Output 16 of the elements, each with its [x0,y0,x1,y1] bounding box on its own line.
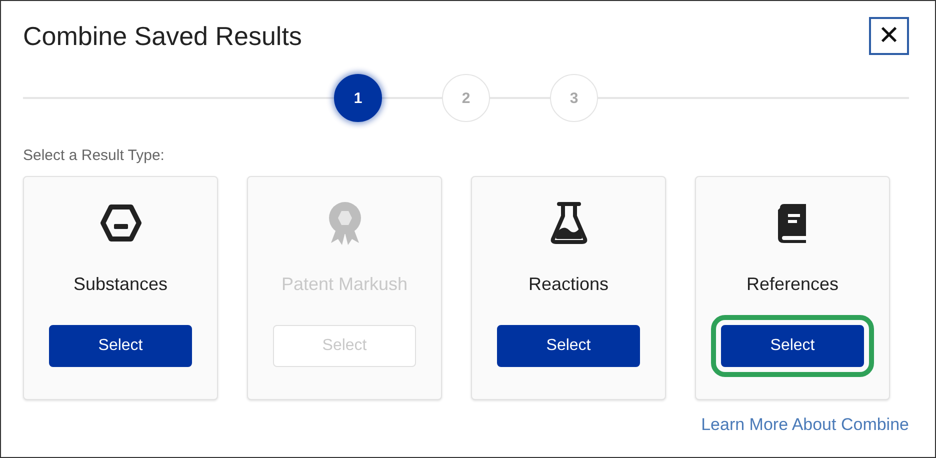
award-icon [326,201,362,245]
close-button[interactable]: ✕ [869,17,909,55]
result-type-label: Substances [73,274,168,295]
step-indicator: 3 [550,74,598,122]
result-type-label: Reactions [528,274,609,295]
prompt-label: Select a Result Type: [23,147,166,164]
hexagon-icon [100,204,142,242]
dialog-title: Combine Saved Results [23,20,302,52]
step-indicator: 1 [334,74,382,122]
select-button[interactable]: Select [49,325,192,367]
result-type-label: References [746,274,839,295]
flask-icon [548,201,588,245]
select-button[interactable]: Select [497,325,640,367]
learn-more-link[interactable]: Learn More About Combine [701,415,909,435]
step-indicator: 2 [442,74,490,122]
select-button[interactable]: Select [721,325,864,367]
